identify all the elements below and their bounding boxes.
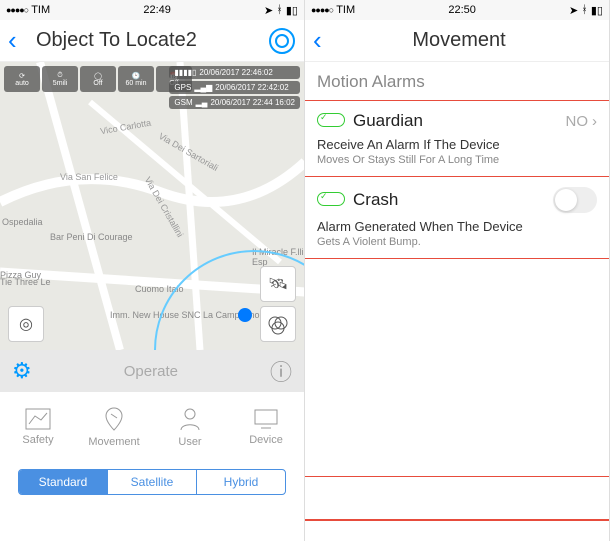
tabs: Safety Movement User Device bbox=[0, 392, 304, 462]
road-label: Via San Felice bbox=[60, 172, 118, 182]
location-arrow-icon: ➤ bbox=[569, 4, 578, 17]
nav-bar: ‹ Movement bbox=[305, 20, 609, 62]
user-icon bbox=[177, 406, 203, 432]
clock-label: 22:49 bbox=[143, 4, 171, 16]
battery-icon: ▮▮▮▮▯ bbox=[174, 68, 196, 77]
signal-dots-icon: ●●●●○ bbox=[6, 5, 28, 15]
toggle-check-icon bbox=[317, 192, 345, 208]
row-desc: Alarm Generated When The Device bbox=[317, 219, 597, 234]
back-button[interactable]: ‹ bbox=[313, 25, 337, 56]
target-button[interactable] bbox=[268, 27, 296, 55]
badge-60min[interactable]: 🕑60 min bbox=[118, 66, 154, 92]
clock-label: 22:50 bbox=[448, 4, 476, 16]
page-title: Movement bbox=[337, 29, 577, 52]
badge-off[interactable]: ◯Off bbox=[80, 66, 116, 92]
nav-bar: ‹ Object To Locate2 bbox=[0, 20, 304, 62]
chart-icon bbox=[25, 408, 51, 430]
row-subdesc: Moves Or Stays Still For A Long Time bbox=[317, 154, 597, 166]
page-title: Object To Locate2 bbox=[32, 29, 268, 52]
divider bbox=[305, 476, 609, 477]
settings-button[interactable]: ⚙ bbox=[12, 358, 32, 384]
chevron-right-icon: › bbox=[592, 113, 597, 130]
right-screen: ●●●●○ TIM 22:50 ➤ ᚼ ▮▯ ‹ Movement Motion… bbox=[305, 0, 610, 541]
info-strips: ▮▮▮▮▯20/06/2017 22:46:02 GPS▂▄▆20/06/201… bbox=[169, 66, 300, 109]
tab-label: Device bbox=[249, 434, 283, 446]
map-badges: ⟳auto ⏱5mili ◯Off 🕑60 min 📅Off bbox=[4, 66, 192, 92]
row-value: NO› bbox=[566, 113, 598, 130]
tab-device[interactable]: Device bbox=[228, 392, 304, 462]
bluetooth-icon: ᚼ bbox=[581, 4, 588, 16]
badge-auto[interactable]: ⟳auto bbox=[4, 66, 40, 92]
divider bbox=[305, 519, 609, 521]
carrier-label: TIM bbox=[31, 4, 50, 16]
left-screen: ●●●●○ TIM 22:49 ➤ ᚼ ▮▯ ‹ Object To Locat… bbox=[0, 0, 305, 541]
map-type-segment: Standard Satellite Hybrid bbox=[0, 462, 304, 502]
toggle-check-icon bbox=[317, 113, 345, 129]
poi-label: Bar Peni Di Courage bbox=[50, 232, 133, 242]
strip-battery: ▮▮▮▮▯20/06/2017 22:46:02 bbox=[169, 66, 300, 79]
poi-label: Ospedalia bbox=[2, 217, 43, 227]
tab-label: User bbox=[178, 436, 201, 448]
row-title: Guardian bbox=[353, 111, 423, 131]
battery-icon: ▮▯ bbox=[286, 4, 298, 17]
device-icon bbox=[253, 408, 279, 430]
row-desc: Receive An Alarm If The Device bbox=[317, 137, 597, 152]
status-bar: ●●●●○ TIM 22:50 ➤ ᚼ ▮▯ bbox=[305, 0, 609, 20]
carrier-label: TIM bbox=[336, 4, 355, 16]
row-subdesc: Gets A Violent Bump. bbox=[317, 236, 597, 248]
status-bar: ●●●●○ TIM 22:49 ➤ ᚼ ▮▯ bbox=[0, 0, 304, 20]
row-guardian[interactable]: Guardian NO› Receive An Alarm If The Dev… bbox=[305, 101, 609, 176]
back-button[interactable]: ‹ bbox=[8, 25, 32, 56]
location-arrow-icon: ➤ bbox=[264, 4, 273, 17]
locate-button[interactable]: ◎ bbox=[8, 306, 44, 342]
tab-label: Safety bbox=[22, 434, 53, 446]
tab-label: Movement bbox=[88, 436, 139, 448]
badge-5mili[interactable]: ⏱5mili bbox=[42, 66, 78, 92]
row-crash[interactable]: Crash Alarm Generated When The Device Ge… bbox=[305, 177, 609, 258]
row-title: Crash bbox=[353, 190, 398, 210]
operate-bar: ⚙ Operate ⓘ bbox=[0, 350, 304, 392]
segment-standard[interactable]: Standard bbox=[19, 470, 108, 494]
info-button[interactable]: ⓘ bbox=[270, 355, 292, 387]
crash-toggle[interactable] bbox=[553, 187, 597, 213]
venn-icon bbox=[267, 313, 289, 335]
signal-dots-icon: ●●●●○ bbox=[311, 5, 333, 15]
section-header: Motion Alarms bbox=[305, 62, 609, 100]
poi-label: Tie Three Le bbox=[0, 277, 51, 287]
location-dot bbox=[238, 308, 252, 322]
target-icon bbox=[269, 28, 295, 54]
operate-label[interactable]: Operate bbox=[40, 363, 262, 380]
tab-safety[interactable]: Safety bbox=[0, 392, 76, 462]
battery-icon: ▮▯ bbox=[591, 4, 603, 17]
map-view[interactable]: Vico Carlotta Via Dei Sartoriali Via San… bbox=[0, 62, 304, 350]
tab-movement[interactable]: Movement bbox=[76, 392, 152, 462]
strip-gps: GPS▂▄▆20/06/2017 22:42:02 bbox=[169, 81, 300, 94]
strip-gsm: GSM▂▄20/06/2017 22:44 16:02 bbox=[169, 96, 300, 109]
bluetooth-icon: ᚼ bbox=[276, 4, 283, 16]
layers-button[interactable] bbox=[260, 306, 296, 342]
satellite-button[interactable]: 🛰 bbox=[260, 266, 296, 302]
segment-hybrid[interactable]: Hybrid bbox=[197, 470, 285, 494]
pin-icon bbox=[101, 406, 127, 432]
segment-satellite[interactable]: Satellite bbox=[108, 470, 197, 494]
tab-user[interactable]: User bbox=[152, 392, 228, 462]
